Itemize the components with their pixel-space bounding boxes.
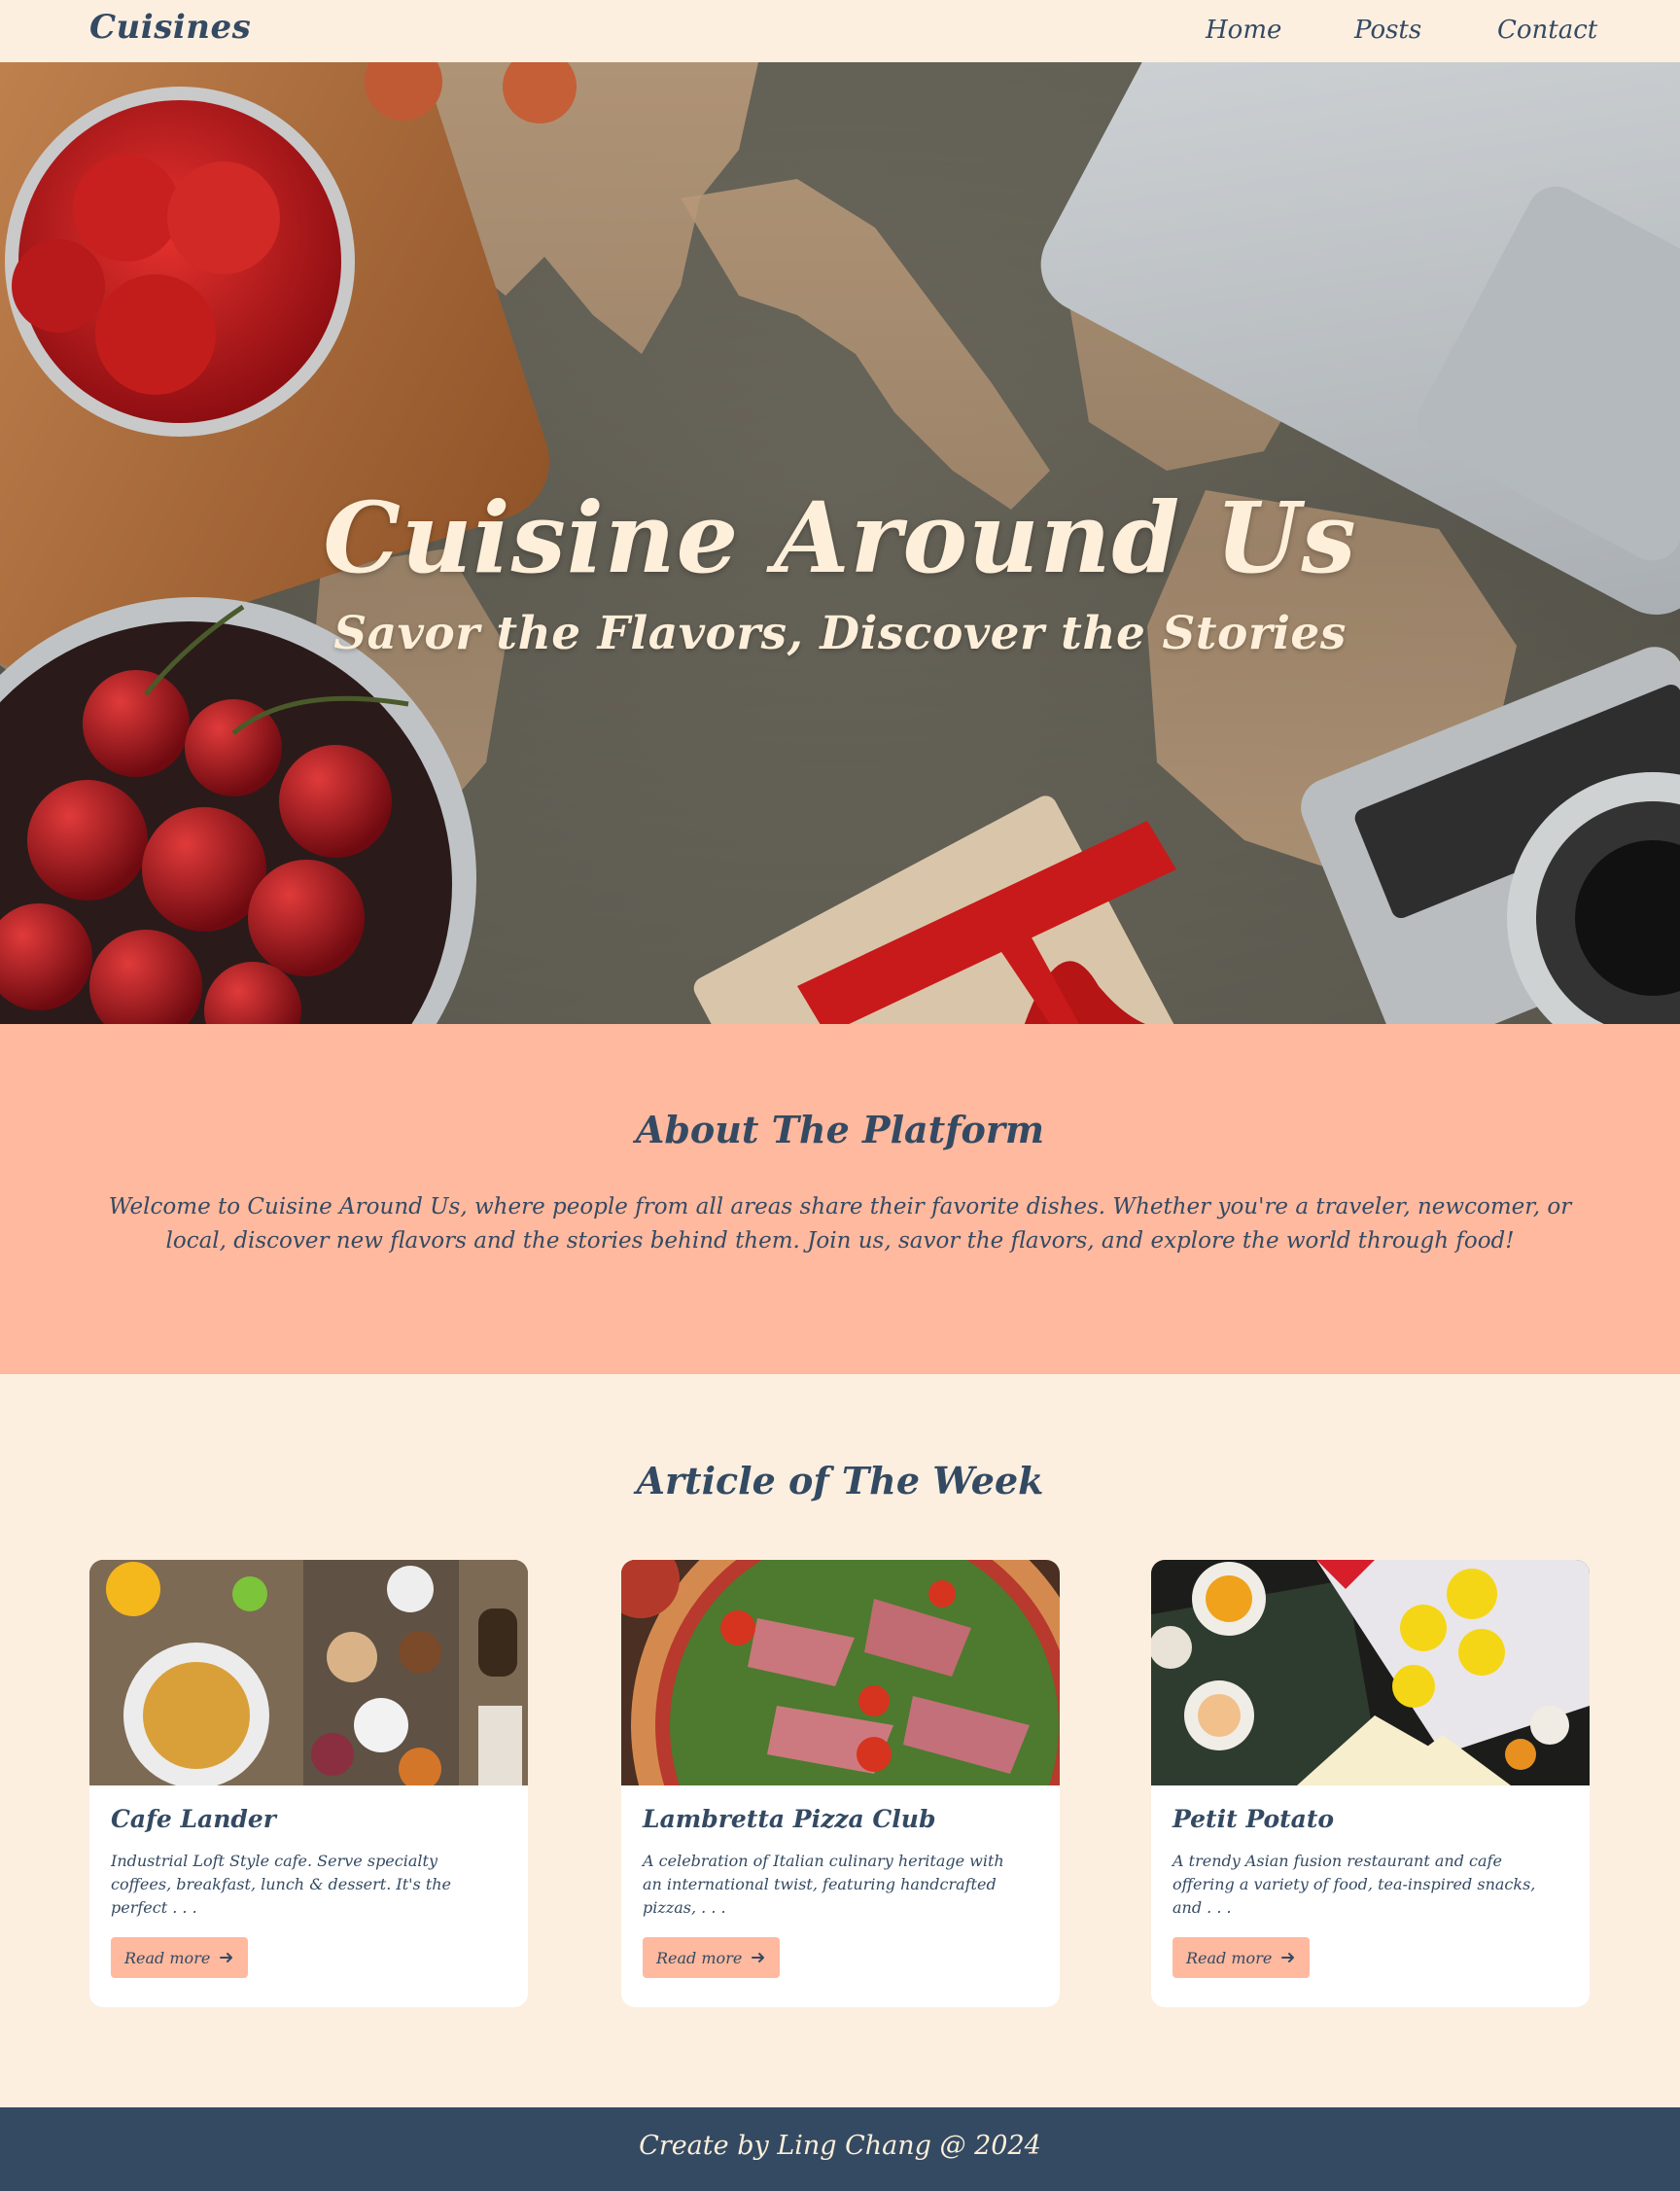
- read-more-label: Read more: [124, 1948, 211, 1967]
- about-text: Welcome to Cuisine Around Us, where peop…: [108, 1194, 1572, 1254]
- article-description: A trendy Asian fusion restaurant and caf…: [1172, 1852, 1536, 1917]
- about-section: About The Platform Welcome to Cuisine Ar…: [0, 1024, 1680, 1374]
- hero-title: Cuisine Around Us: [323, 480, 1357, 595]
- navbar: Cuisines Home Posts Contact: [0, 0, 1680, 62]
- read-more-button[interactable]: Read more: [111, 1937, 248, 1978]
- arrow-right-icon: [1281, 1953, 1294, 1962]
- article-image-cafe: [89, 1560, 528, 1785]
- hero-subtitle: Savor the Flavors, Discover the Stories: [333, 607, 1347, 660]
- nav-link-posts[interactable]: Posts: [1354, 16, 1421, 45]
- footer-text: Create by Ling Chang @ 2024: [639, 2131, 1041, 2161]
- article-card[interactable]: Petit Potato A trendy Asian fusion resta…: [1151, 1560, 1590, 2007]
- nav-link-contact[interactable]: Contact: [1497, 16, 1597, 45]
- articles-title: Article of The Week: [636, 1459, 1044, 1502]
- read-more-button[interactable]: Read more: [643, 1937, 780, 1978]
- read-more-label: Read more: [1186, 1948, 1273, 1967]
- footer: Create by Ling Chang @ 2024: [0, 2107, 1680, 2191]
- article-title[interactable]: Lambretta Pizza Club: [643, 1805, 935, 1833]
- about-title: About The Platform: [635, 1108, 1045, 1151]
- arrow-right-icon: [752, 1953, 764, 1962]
- article-image-pizza: [621, 1560, 1060, 1785]
- article-image-dessert: [1151, 1560, 1590, 1785]
- read-more-label: Read more: [656, 1948, 743, 1967]
- hero-banner: Cuisine Around Us Savor the Flavors, Dis…: [0, 62, 1680, 1024]
- article-title[interactable]: Petit Potato: [1172, 1805, 1334, 1833]
- article-card[interactable]: Lambretta Pizza Club A celebration of It…: [621, 1560, 1060, 2007]
- arrow-right-icon: [220, 1953, 232, 1962]
- nav-link-home[interactable]: Home: [1206, 16, 1281, 45]
- article-title[interactable]: Cafe Lander: [111, 1805, 276, 1833]
- article-description: A celebration of Italian culinary herita…: [643, 1852, 1004, 1917]
- brand-logo[interactable]: Cuisines: [89, 8, 251, 47]
- article-description: Industrial Loft Style cafe. Serve specia…: [111, 1852, 452, 1917]
- article-card[interactable]: Cafe Lander Industrial Loft Style cafe. …: [89, 1560, 528, 2007]
- read-more-button[interactable]: Read more: [1172, 1937, 1310, 1978]
